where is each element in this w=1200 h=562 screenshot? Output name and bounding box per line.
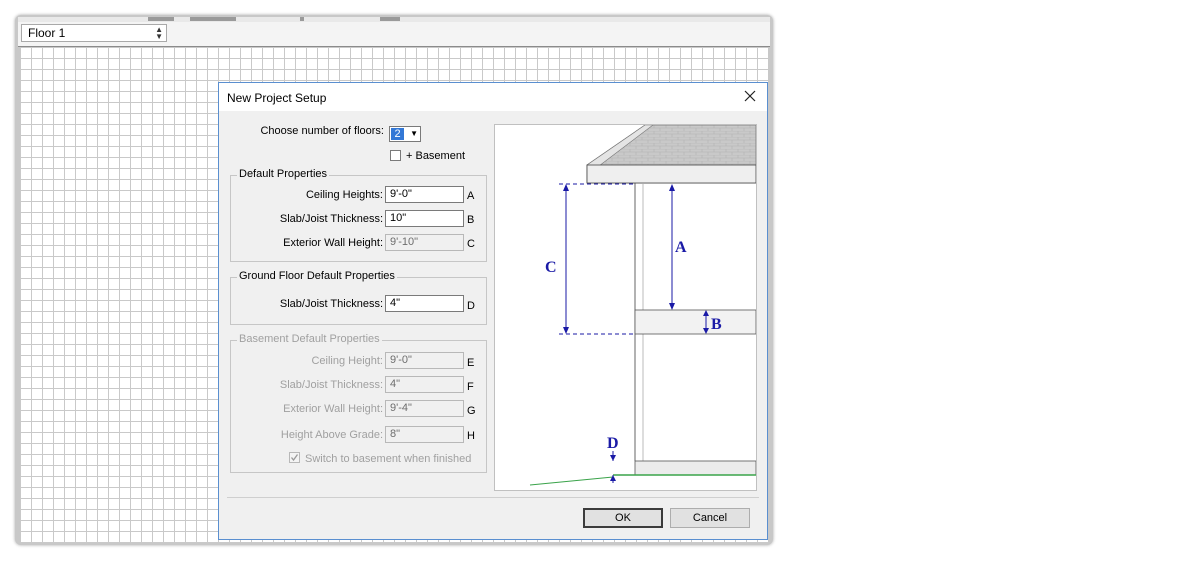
dim-label-c: C — [545, 259, 557, 276]
basement-wall-height-input: 9'-4" — [385, 400, 464, 417]
chevron-down-icon: ▼ — [410, 129, 418, 138]
ground-slab-thickness-input[interactable]: 4" — [385, 295, 464, 312]
basement-label: + Basement — [406, 150, 466, 162]
floors-value: 2 — [391, 128, 404, 140]
dim-label-b: B — [711, 316, 722, 333]
dimension-letter: H — [467, 430, 475, 442]
height-above-grade-label: Height Above Grade: — [280, 429, 383, 441]
dimension-letter: B — [467, 214, 475, 226]
tab-indicator — [148, 17, 174, 21]
section-drawing: A B C D — [529, 125, 756, 486]
dimension-letter: D — [467, 300, 475, 312]
checkmark-icon — [290, 454, 299, 462]
slab-thickness-input[interactable]: 10" — [385, 210, 464, 227]
dimension-letter: G — [467, 405, 476, 417]
dimension-letter: F — [467, 381, 474, 393]
group-title: Default Properties — [237, 168, 330, 180]
group-title: Basement Default Properties — [237, 333, 382, 345]
slab-thickness-label: Slab/Joist Thickness: — [279, 213, 383, 225]
exterior-wall-height-input: 9'-10" — [385, 234, 464, 251]
floors-combo[interactable]: 2 ▼ — [389, 126, 421, 142]
dimension-letter: E — [467, 357, 475, 369]
basement-slab-thickness-input: 4" — [385, 376, 464, 393]
ceiling-heights-input[interactable]: 9'-0" — [385, 186, 464, 203]
updown-arrows-icon: ▲ ▼ — [155, 25, 163, 41]
dim-label-a: A — [675, 239, 687, 256]
exterior-wall-height-label: Exterior Wall Height: — [283, 237, 383, 249]
floor-select-value: Floor 1 — [28, 26, 66, 40]
new-project-setup-dialog: New Project Setup Choose number of floor… — [218, 82, 768, 540]
dialog-title: New Project Setup — [227, 91, 327, 105]
switch-to-basement-checkbox — [289, 452, 300, 463]
dim-label-d: D — [607, 435, 619, 452]
floor-select[interactable]: Floor 1 ▲ ▼ — [21, 24, 167, 42]
building-section-diagram: A B C D — [494, 124, 757, 491]
basement-checkbox[interactable] — [390, 150, 401, 161]
dialog-title-bar: New Project Setup — [219, 83, 767, 111]
floor-toolbar: Floor 1 ▲ ▼ — [18, 22, 770, 47]
basement-ceiling-height-label: Ceiling Height: — [311, 355, 383, 367]
tab-indicator — [300, 17, 304, 21]
height-above-grade-input: 8" — [385, 426, 464, 443]
switch-to-basement-label: Switch to basement when finished — [305, 453, 472, 465]
dimension-letter: A — [467, 190, 475, 202]
basement-ceiling-height-input: 9'-0" — [385, 352, 464, 369]
tab-indicator — [380, 17, 400, 21]
group-title: Ground Floor Default Properties — [237, 270, 397, 282]
dimension-letter: C — [467, 238, 475, 250]
basement-wall-height-label: Exterior Wall Height: — [283, 403, 383, 415]
ok-button[interactable]: OK — [583, 508, 663, 528]
basement-slab-thickness-label: Slab/Joist Thickness: — [279, 379, 383, 391]
ground-slab-thickness-label: Slab/Joist Thickness: — [279, 298, 383, 310]
close-icon[interactable] — [741, 87, 759, 105]
floors-label: Choose number of floors: — [260, 125, 384, 137]
ceiling-heights-label: Ceiling Heights: — [305, 189, 383, 201]
cancel-button[interactable]: Cancel — [670, 508, 750, 528]
button-separator — [227, 497, 759, 498]
tab-indicator — [190, 17, 236, 21]
